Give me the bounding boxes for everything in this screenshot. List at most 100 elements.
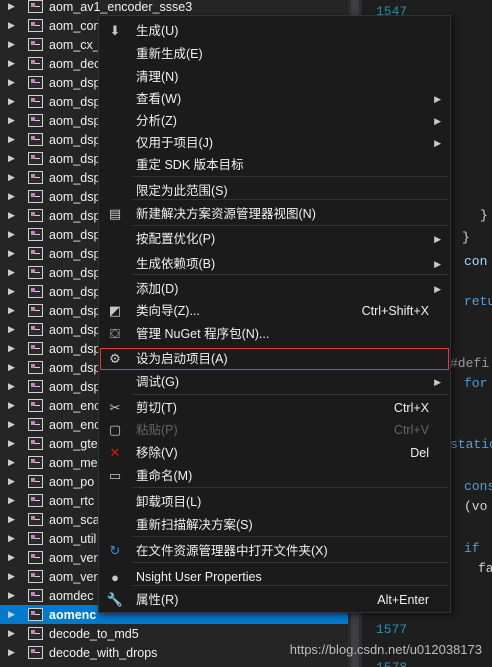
menu-item-analyze[interactable]: 分析(Z) ▶ bbox=[100, 110, 449, 132]
expand-arrow-icon[interactable]: ▶ bbox=[8, 434, 18, 453]
menu-item-paste: ▢ 粘贴(P) Ctrl+V bbox=[100, 419, 449, 441]
menu-item-retarget-sdk[interactable]: 重定 SDK 版本目标 bbox=[100, 154, 449, 176]
expand-arrow-icon[interactable]: ▶ bbox=[8, 301, 18, 320]
tree-item-label: aom_me bbox=[49, 455, 98, 470]
expand-arrow-icon[interactable]: ▶ bbox=[8, 624, 18, 643]
expand-arrow-icon[interactable]: ▶ bbox=[8, 73, 18, 92]
cpp-project-icon bbox=[28, 247, 43, 260]
menu-item-build[interactable]: ⬇ 生成(U) bbox=[100, 20, 449, 42]
expand-arrow-icon[interactable]: ▶ bbox=[8, 586, 18, 605]
menu-item-label: 按配置优化(P) bbox=[136, 232, 216, 246]
menu-item-label: 调试(G) bbox=[136, 375, 180, 389]
expand-arrow-icon[interactable]: ▶ bbox=[8, 0, 18, 16]
expand-arrow-icon[interactable]: ▶ bbox=[8, 168, 18, 187]
class-wizard-icon: ◩ bbox=[108, 303, 122, 318]
menu-item-new-se-view[interactable]: ▤ 新建解决方案资源管理器视图(N) bbox=[100, 203, 449, 225]
menu-item-rename[interactable]: ▭ 重命名(M) bbox=[100, 465, 449, 487]
menu-item-scope-to-this[interactable]: 限定为此范围(S) bbox=[100, 180, 449, 202]
open-folder-icon: ↻ bbox=[109, 543, 121, 558]
menu-icon-placeholder bbox=[100, 110, 130, 132]
expand-arrow-icon[interactable]: ▶ bbox=[8, 263, 18, 282]
code-fragment: con bbox=[464, 254, 488, 269]
menu-item-clean[interactable]: 清理(N) bbox=[100, 66, 449, 88]
expand-arrow-icon[interactable]: ▶ bbox=[8, 567, 18, 586]
expand-arrow-icon[interactable]: ▶ bbox=[8, 187, 18, 206]
menu-item-profile-guided[interactable]: 按配置优化(P) ▶ bbox=[100, 228, 449, 250]
tree-item-label: decode_with_drops bbox=[49, 645, 158, 660]
menu-item-add[interactable]: 添加(D) ▶ bbox=[100, 278, 449, 300]
expand-arrow-icon[interactable]: ▶ bbox=[8, 16, 18, 35]
cpp-project-icon bbox=[28, 171, 43, 184]
menu-item-rescan[interactable]: 重新扫描解决方案(S) bbox=[100, 514, 449, 536]
expand-arrow-icon[interactable]: ▶ bbox=[8, 130, 18, 149]
expand-arrow-icon[interactable]: ▶ bbox=[8, 643, 18, 662]
cpp-project-icon bbox=[28, 76, 43, 89]
cpp-project-icon bbox=[28, 380, 43, 393]
cpp-project-icon bbox=[28, 19, 43, 32]
tree-item-label: aom_util bbox=[49, 531, 97, 546]
menu-item-set-startup[interactable]: ⚙ 设为启动项目(A) bbox=[100, 348, 449, 370]
menu-item-class-wizard[interactable]: ◩ 类向导(Z)... Ctrl+Shift+X bbox=[100, 300, 449, 322]
expand-arrow-icon[interactable]: ▶ bbox=[8, 225, 18, 244]
expand-arrow-icon[interactable]: ▶ bbox=[8, 206, 18, 225]
tree-item-label: aom_dsp bbox=[49, 322, 101, 337]
menu-item-properties[interactable]: 🔧 属性(R) Alt+Enter bbox=[100, 589, 449, 611]
cpp-project-icon bbox=[28, 437, 43, 450]
menu-item-debug[interactable]: 调试(G) ▶ bbox=[100, 371, 449, 393]
expand-arrow-icon[interactable]: ▶ bbox=[8, 453, 18, 472]
menu-item-view[interactable]: 查看(W) ▶ bbox=[100, 88, 449, 110]
expand-arrow-icon[interactable]: ▶ bbox=[8, 605, 18, 624]
expand-arrow-icon[interactable]: ▶ bbox=[8, 548, 18, 567]
expand-arrow-icon[interactable]: ▶ bbox=[8, 111, 18, 130]
menu-item-label: 生成(U) bbox=[136, 24, 179, 38]
menu-item-rebuild[interactable]: 重新生成(E) bbox=[100, 43, 449, 65]
cpp-project-icon bbox=[28, 589, 43, 602]
expand-arrow-icon[interactable]: ▶ bbox=[8, 396, 18, 415]
expand-arrow-icon[interactable]: ▶ bbox=[8, 510, 18, 529]
tree-item-label: aom_rtc bbox=[49, 493, 95, 508]
expand-arrow-icon[interactable]: ▶ bbox=[8, 35, 18, 54]
build-icon: ⬇ bbox=[109, 23, 121, 38]
tree-item-label: decode_to_md5 bbox=[49, 626, 139, 641]
nsight-icon: ● bbox=[111, 569, 119, 585]
menu-item-label: 粘贴(P) bbox=[136, 423, 178, 437]
cpp-project-icon bbox=[28, 475, 43, 488]
expand-arrow-icon[interactable]: ▶ bbox=[8, 54, 18, 73]
menu-separator bbox=[132, 487, 448, 488]
expand-arrow-icon[interactable]: ▶ bbox=[8, 529, 18, 548]
menu-item-shortcut: Del bbox=[410, 446, 429, 460]
menu-separator bbox=[132, 394, 448, 395]
expand-arrow-icon[interactable]: ▶ bbox=[8, 320, 18, 339]
menu-item-label: 类向导(Z)... bbox=[136, 304, 200, 318]
gear-icon: ⚙ bbox=[109, 351, 121, 366]
expand-arrow-icon[interactable]: ▶ bbox=[8, 282, 18, 301]
expand-arrow-icon[interactable]: ▶ bbox=[8, 377, 18, 396]
tree-item-label: aom_dsp bbox=[49, 151, 101, 166]
expand-arrow-icon[interactable]: ▶ bbox=[8, 472, 18, 491]
menu-item-project-only[interactable]: 仅用于项目(J) ▶ bbox=[100, 132, 449, 154]
menu-item-cut[interactable]: ✂ 剪切(T) Ctrl+X bbox=[100, 397, 449, 419]
expand-arrow-icon[interactable]: ▶ bbox=[8, 358, 18, 377]
tree-item[interactable]: ▶ aom_av1_encoder_ssse3 bbox=[0, 0, 348, 16]
code-fragment: (vo bbox=[464, 499, 488, 514]
cpp-project-icon bbox=[28, 57, 43, 70]
menu-item-shortcut: Alt+Enter bbox=[377, 593, 429, 607]
menu-item-remove[interactable]: ✕ 移除(V) Del bbox=[100, 442, 449, 464]
expand-arrow-icon[interactable]: ▶ bbox=[8, 149, 18, 168]
expand-arrow-icon[interactable]: ▶ bbox=[8, 92, 18, 111]
expand-arrow-icon[interactable]: ▶ bbox=[8, 244, 18, 263]
menu-item-open-in-explorer[interactable]: ↻ 在文件资源管理器中打开文件夹(X) bbox=[100, 540, 449, 562]
tree-item[interactable]: ▶ decode_to_md5 bbox=[0, 624, 348, 643]
menu-item-manage-nuget[interactable]: ⛋ 管理 NuGet 程序包(N)... bbox=[100, 323, 449, 345]
rename-icon: ▭ bbox=[108, 468, 122, 483]
cpp-project-icon bbox=[28, 513, 43, 526]
expand-arrow-icon[interactable]: ▶ bbox=[8, 339, 18, 358]
menu-item-unload[interactable]: 卸载项目(L) bbox=[100, 491, 449, 513]
expand-arrow-icon[interactable]: ▶ bbox=[8, 491, 18, 510]
expand-arrow-icon[interactable]: ▶ bbox=[8, 415, 18, 434]
menu-item-nsight[interactable]: ● Nsight User Properties bbox=[100, 566, 449, 588]
tree-item-label: aom_dsp bbox=[49, 75, 101, 90]
menu-item-label: 重命名(M) bbox=[136, 469, 193, 483]
cpp-project-icon bbox=[28, 209, 43, 222]
menu-item-build-dependencies[interactable]: 生成依赖项(B) ▶ bbox=[100, 253, 449, 275]
